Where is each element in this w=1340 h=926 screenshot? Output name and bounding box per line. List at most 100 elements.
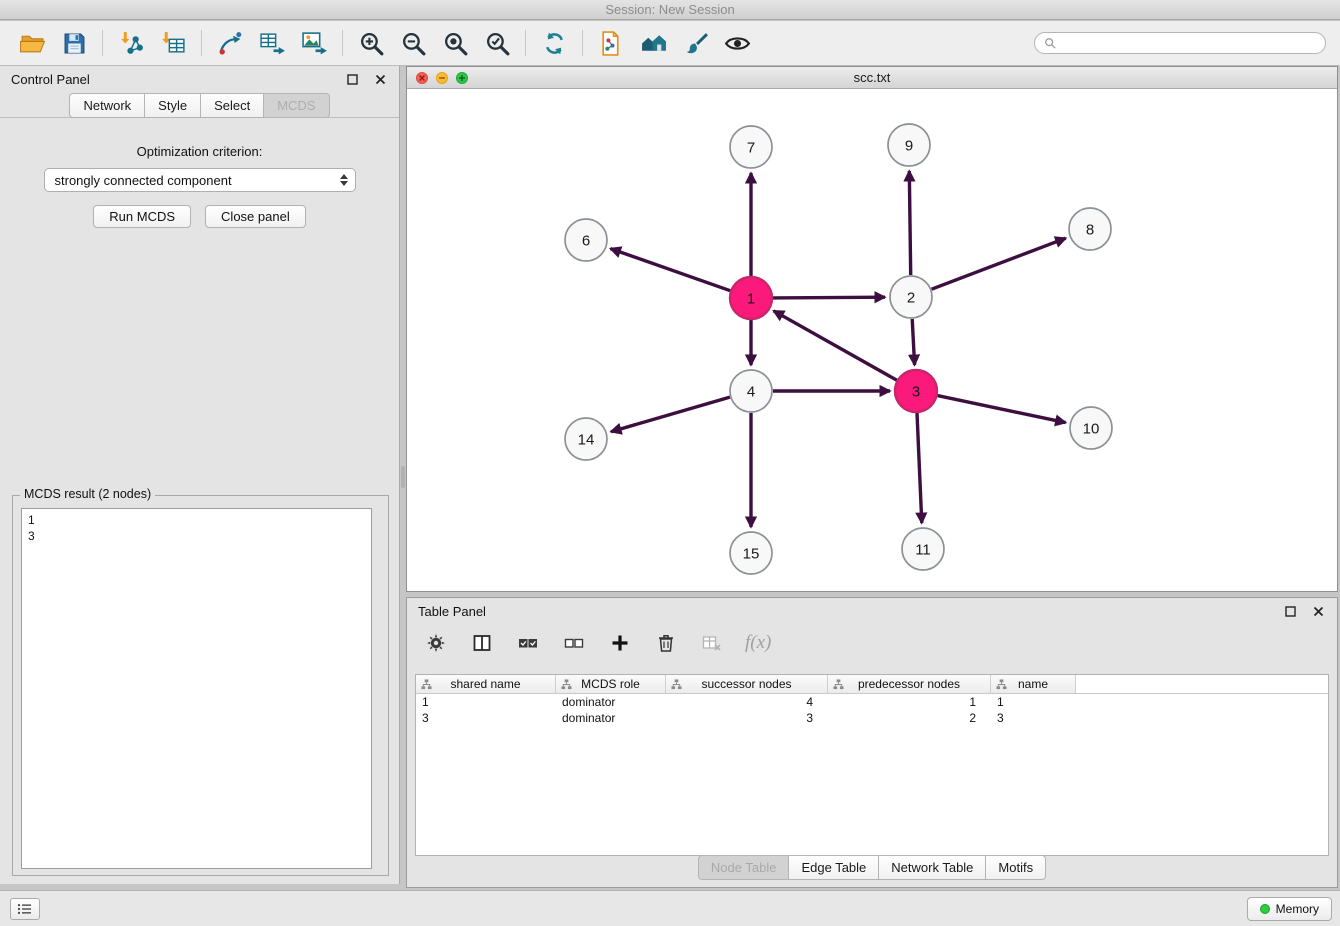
export-image-button[interactable]	[296, 26, 332, 60]
zoom-in-button[interactable]	[353, 26, 389, 60]
table-settings-button[interactable]	[423, 630, 449, 656]
table-row[interactable]: 3 dominator 3 2 3	[416, 710, 1328, 726]
network-from-document-button[interactable]	[593, 26, 629, 60]
open-session-button[interactable]	[14, 26, 50, 60]
graph-edge-2-8[interactable]	[932, 238, 1066, 289]
function-builder-button[interactable]: f(x)	[745, 630, 771, 656]
close-panel-button[interactable]	[372, 71, 388, 87]
graph-edge-3-11[interactable]	[917, 413, 922, 523]
import-network-button[interactable]	[113, 26, 149, 60]
graph-edge-3-10[interactable]	[938, 396, 1066, 423]
float-table-panel-button[interactable]	[1282, 603, 1298, 619]
column-header-successor-nodes[interactable]: successor nodes	[666, 675, 828, 693]
graph-edge-1-2[interactable]	[773, 297, 885, 298]
apply-style-button[interactable]	[677, 26, 713, 60]
refresh-view-button[interactable]	[536, 26, 572, 60]
memory-status-dot	[1260, 904, 1270, 914]
window-title: Session: New Session	[605, 2, 734, 17]
float-panel-button[interactable]	[344, 71, 360, 87]
cell-shared-name[interactable]: 1	[416, 694, 556, 710]
delete-columns-button[interactable]	[699, 630, 725, 656]
export-table-icon	[259, 30, 286, 57]
graph-node-label: 3	[912, 384, 920, 401]
tab-mcds[interactable]: MCDS	[264, 93, 329, 118]
graph-edge-2-9[interactable]	[909, 171, 910, 275]
add-row-button[interactable]	[607, 630, 633, 656]
cell-successor-nodes[interactable]: 4	[666, 694, 828, 710]
cell-mcds-role[interactable]: dominator	[556, 710, 666, 726]
task-history-button[interactable]	[10, 898, 40, 920]
cell-predecessor-nodes[interactable]: 2	[828, 710, 991, 726]
search-box[interactable]	[1034, 32, 1326, 54]
zoom-fit-button[interactable]	[437, 26, 473, 60]
hierarchy-icon	[561, 679, 572, 690]
tab-network[interactable]: Network	[69, 93, 145, 118]
hierarchy-icon	[421, 679, 432, 690]
toolbar-separator	[342, 30, 343, 56]
close-icon	[1313, 606, 1324, 617]
network-arrows-icon	[217, 30, 244, 57]
tab-node-table[interactable]: Node Table	[698, 855, 790, 880]
cell-name[interactable]: 3	[991, 710, 1076, 726]
columns-icon	[472, 633, 492, 653]
fx-icon: f(x)	[745, 632, 771, 654]
mcds-result-groupbox: MCDS result (2 nodes) 1 3	[12, 495, 389, 876]
column-header-mcds-role[interactable]: MCDS role	[556, 675, 666, 693]
search-input[interactable]	[1061, 36, 1316, 50]
window-close-button[interactable]	[416, 72, 428, 84]
table-row[interactable]: 1 dominator 4 1 1	[416, 694, 1328, 710]
splitter-grip[interactable]	[401, 466, 405, 488]
tab-select[interactable]: Select	[201, 93, 264, 118]
network-window-titlebar[interactable]: scc.txt	[407, 67, 1337, 89]
graph-node-label: 15	[743, 546, 760, 563]
plus-icon	[458, 74, 466, 82]
graph-edge-2-3[interactable]	[912, 319, 914, 365]
cell-name[interactable]: 1	[991, 694, 1076, 710]
application-window: Session: New Session	[0, 0, 1340, 926]
delete-row-button[interactable]	[653, 630, 679, 656]
column-header-shared-name[interactable]: shared name	[416, 675, 556, 693]
window-minimize-button[interactable]	[436, 72, 448, 84]
zoom-selected-button[interactable]	[479, 26, 515, 60]
graph-edge-3-1[interactable]	[774, 311, 897, 380]
tab-motifs[interactable]: Motifs	[986, 855, 1046, 880]
window-zoom-button[interactable]	[456, 72, 468, 84]
window-titlebar[interactable]: Session: New Session	[0, 0, 1340, 20]
network-canvas-svg[interactable]: 7968124314101511	[407, 89, 1337, 590]
new-network-button[interactable]	[212, 26, 248, 60]
tab-edge-table[interactable]: Edge Table	[789, 855, 879, 880]
import-table-button[interactable]	[155, 26, 191, 60]
show-columns-button[interactable]	[469, 630, 495, 656]
export-table-button[interactable]	[254, 26, 290, 60]
tab-network-table[interactable]: Network Table	[879, 855, 986, 880]
column-header-predecessor-nodes[interactable]: predecessor nodes	[828, 675, 991, 693]
zoom-out-button[interactable]	[395, 26, 431, 60]
table-toolbar: f(x)	[407, 624, 1337, 662]
cell-mcds-role[interactable]: dominator	[556, 694, 666, 710]
graph-edge-1-6[interactable]	[611, 249, 731, 291]
node-table: shared name MCDS role successor nodes pr…	[415, 674, 1329, 856]
mcds-result-text[interactable]: 1 3	[21, 508, 372, 869]
cell-predecessor-nodes[interactable]: 1	[828, 694, 991, 710]
criterion-label: Optimization criterion:	[0, 144, 399, 159]
network-canvas[interactable]: 7968124314101511	[407, 89, 1337, 590]
column-header-name[interactable]: name	[991, 675, 1076, 693]
close-table-panel-button[interactable]	[1310, 603, 1326, 619]
result-line: 3	[28, 528, 365, 544]
memory-button[interactable]: Memory	[1247, 897, 1332, 921]
select-all-button[interactable]	[515, 630, 541, 656]
home-button[interactable]	[635, 26, 671, 60]
cell-successor-nodes[interactable]: 3	[666, 710, 828, 726]
unselect-all-button[interactable]	[561, 630, 587, 656]
graph-node-label: 8	[1086, 222, 1094, 239]
run-mcds-button[interactable]: Run MCDS	[93, 205, 191, 228]
tab-style[interactable]: Style	[145, 93, 201, 118]
optimization-criterion-select[interactable]: strongly connected component	[44, 168, 356, 192]
table-header-row: shared name MCDS role successor nodes pr…	[416, 675, 1328, 694]
show-details-button[interactable]	[719, 26, 755, 60]
zoom-out-icon	[400, 30, 427, 57]
cell-shared-name[interactable]: 3	[416, 710, 556, 726]
close-mcds-panel-button[interactable]: Close panel	[205, 205, 306, 228]
save-session-button[interactable]	[56, 26, 92, 60]
graph-edge-4-14[interactable]	[611, 397, 730, 432]
